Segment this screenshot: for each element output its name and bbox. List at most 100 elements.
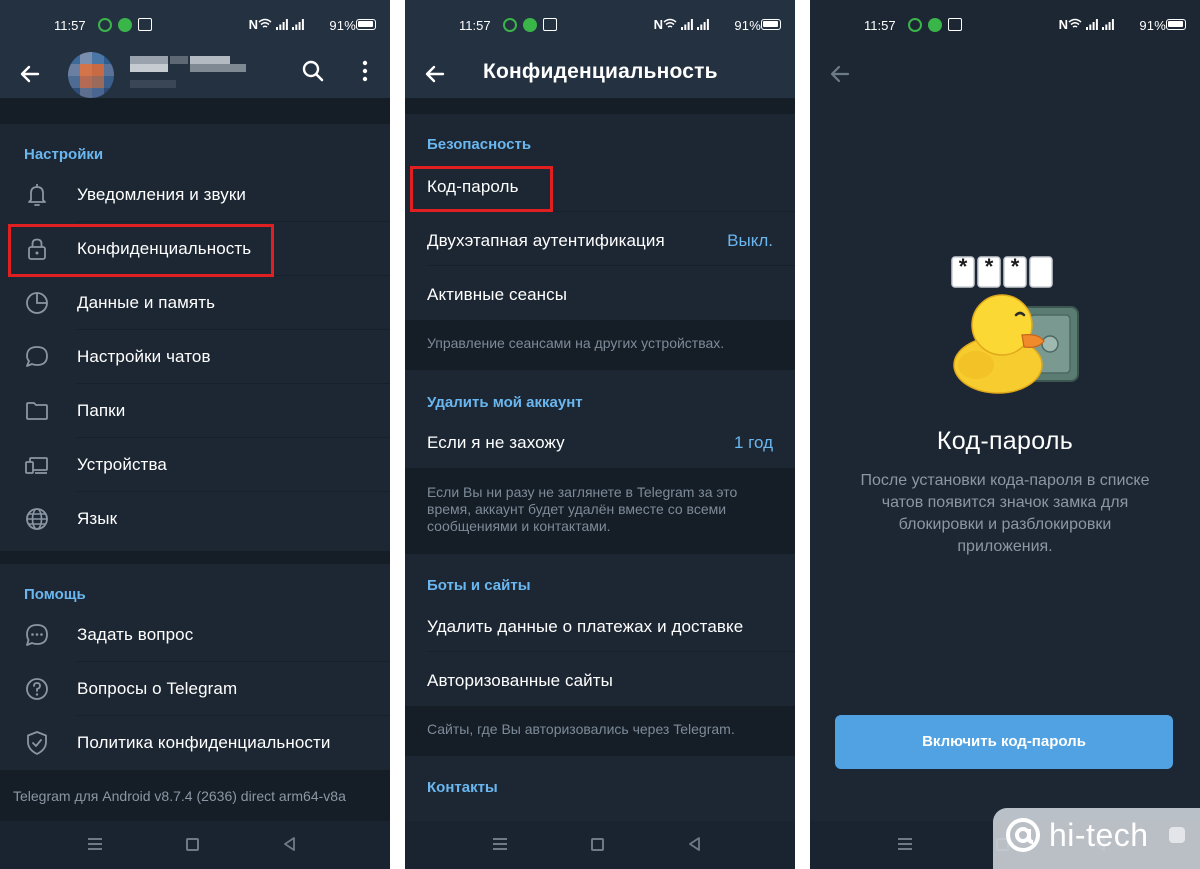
globe-icon bbox=[26, 508, 48, 530]
wifi-icon bbox=[1068, 18, 1082, 28]
if-away-label: Если я не захожу bbox=[427, 433, 565, 452]
settings-item-chat-settings[interactable]: Настройки чатов bbox=[0, 330, 390, 384]
status-bar: 11:57 N 91% bbox=[405, 0, 795, 50]
wifi-icon bbox=[663, 18, 677, 28]
settings-item-folders[interactable]: Папки bbox=[0, 384, 390, 438]
signal-icon bbox=[276, 19, 288, 30]
help-item-label: Политика конфиденциальности bbox=[77, 733, 331, 752]
authorized-sites-label: Авторизованные сайты bbox=[427, 671, 613, 690]
recent-apps-button[interactable] bbox=[88, 838, 102, 850]
nfc-icon: N bbox=[653, 17, 663, 32]
back-arrow-icon[interactable] bbox=[419, 58, 451, 90]
privacy-screen: 11:57 N 91% Конфиденциальность Безопасно… bbox=[405, 0, 795, 869]
contacts-section: Контакты bbox=[405, 756, 795, 826]
settings-item-label: Уведомления и звуки bbox=[77, 185, 247, 204]
signal-icon bbox=[697, 19, 709, 30]
home-button[interactable] bbox=[591, 838, 604, 851]
privacy-header: Конфиденциальность bbox=[405, 50, 795, 98]
settings-item-label: Данные и память bbox=[77, 293, 216, 312]
section-header-security: Безопасность bbox=[427, 136, 532, 153]
status-bar: 11:57 N 91% bbox=[0, 0, 390, 50]
settings-item-label: Устройства bbox=[77, 455, 167, 474]
search-icon[interactable] bbox=[299, 57, 327, 85]
watermark-text: hi-tech bbox=[1049, 817, 1149, 853]
settings-item-devices[interactable]: Устройства bbox=[0, 438, 390, 492]
if-away-item[interactable]: Если я не захожу 1 год bbox=[405, 414, 795, 468]
two-step-label: Двухэтапная аутентификация bbox=[427, 231, 665, 250]
status-bar: 11:57 N 91% bbox=[810, 0, 1200, 50]
back-arrow-icon[interactable] bbox=[824, 58, 856, 90]
security-section: Безопасность Код-пароль Двухэтапная ауте… bbox=[405, 114, 795, 320]
battery-percent: 91% bbox=[734, 18, 761, 33]
nfc-icon: N bbox=[248, 17, 258, 32]
page-title: Конфиденциальность bbox=[483, 60, 718, 83]
delete-payments-label: Удалить данные о платежах и доставке bbox=[427, 617, 744, 636]
notification-icon bbox=[543, 18, 557, 31]
settings-item-label: Папки bbox=[77, 401, 126, 420]
help-item-ask-question[interactable]: Задать вопрос bbox=[0, 608, 390, 662]
signal-icon bbox=[292, 19, 304, 30]
notification-icon bbox=[928, 18, 942, 32]
shield-check-icon bbox=[27, 731, 47, 755]
notification-icon bbox=[503, 18, 517, 32]
authorized-sites-item[interactable]: Авторизованные сайты bbox=[405, 652, 795, 706]
settings-item-notifications[interactable]: Уведомления и звуки bbox=[0, 168, 390, 222]
profile-status-blurred bbox=[130, 80, 176, 88]
highlight-passcode bbox=[410, 166, 553, 212]
bell-icon bbox=[28, 184, 46, 206]
ask-question-icon bbox=[26, 624, 48, 646]
system-back-icon[interactable] bbox=[282, 836, 298, 852]
help-item-label: Задать вопрос bbox=[77, 625, 194, 644]
notification-icon bbox=[118, 18, 132, 32]
enable-passcode-button[interactable]: Включить код-пароль bbox=[835, 715, 1173, 769]
passcode-intro-screen: 11:57 N 91% * * * Код-пароль После устан… bbox=[810, 0, 1200, 869]
app-version: Telegram для Android v8.7.4 (2636) direc… bbox=[0, 770, 390, 822]
pie-chart-icon bbox=[26, 292, 48, 314]
sessions-hint: Управление сеансами на других устройства… bbox=[405, 320, 795, 370]
notification-icon bbox=[523, 18, 537, 32]
at-sign-icon bbox=[1006, 818, 1040, 852]
settings-item-data-storage[interactable]: Данные и память bbox=[0, 276, 390, 330]
recent-apps-button[interactable] bbox=[898, 838, 912, 850]
active-sessions-label: Активные сеансы bbox=[427, 285, 568, 304]
active-sessions-item[interactable]: Активные сеансы bbox=[405, 266, 795, 320]
two-step-item[interactable]: Двухэтапная аутентификация Выкл. bbox=[405, 212, 795, 266]
bots-sites-section: Боты и сайты Удалить данные о платежах и… bbox=[405, 554, 795, 706]
delete-account-section: Удалить мой аккаунт Если я не захожу 1 г… bbox=[405, 370, 795, 468]
wifi-icon bbox=[258, 18, 272, 28]
section-divider bbox=[0, 551, 390, 564]
section-divider bbox=[0, 98, 390, 124]
settings-item-language[interactable]: Язык bbox=[0, 492, 390, 546]
section-header-contacts: Контакты bbox=[427, 779, 498, 796]
help-item-telegram-faq[interactable]: Вопросы о Telegram bbox=[0, 662, 390, 716]
recent-apps-button[interactable] bbox=[493, 838, 507, 850]
avatar[interactable] bbox=[68, 52, 114, 98]
passcode-digit: * bbox=[958, 254, 968, 279]
help-item-privacy-policy[interactable]: Политика конфиденциальности bbox=[0, 716, 390, 770]
nfc-icon: N bbox=[1058, 17, 1068, 32]
battery-icon bbox=[761, 19, 781, 30]
hi-tech-watermark: hi-tech bbox=[993, 808, 1200, 869]
passcode-header bbox=[810, 50, 1200, 98]
signal-icon bbox=[1086, 19, 1098, 30]
back-arrow-icon[interactable] bbox=[14, 58, 46, 90]
delete-account-hint: Если Вы ни разу не заглянете в Telegram … bbox=[405, 468, 795, 554]
battery-icon bbox=[356, 19, 376, 30]
notification-icon bbox=[98, 18, 112, 32]
system-back-icon[interactable] bbox=[687, 836, 703, 852]
battery-icon bbox=[1166, 19, 1186, 30]
more-menu-icon[interactable] bbox=[351, 57, 379, 85]
question-circle-icon bbox=[26, 678, 48, 700]
section-divider bbox=[405, 98, 795, 114]
delete-payments-item[interactable]: Удалить данные о платежах и доставке bbox=[405, 598, 795, 652]
help-section: Помощь Задать вопрос Вопросы о Telegram … bbox=[0, 564, 390, 770]
devices-icon bbox=[25, 457, 48, 474]
settings-item-label: Настройки чатов bbox=[77, 347, 211, 366]
if-away-value: 1 год bbox=[733, 433, 773, 452]
status-time: 11:57 bbox=[54, 18, 86, 33]
profile-name-blurred bbox=[130, 56, 246, 72]
passcode-digit: * bbox=[1010, 254, 1020, 279]
folder-icon bbox=[26, 402, 48, 420]
status-time: 11:57 bbox=[459, 18, 491, 33]
home-button[interactable] bbox=[186, 838, 199, 851]
